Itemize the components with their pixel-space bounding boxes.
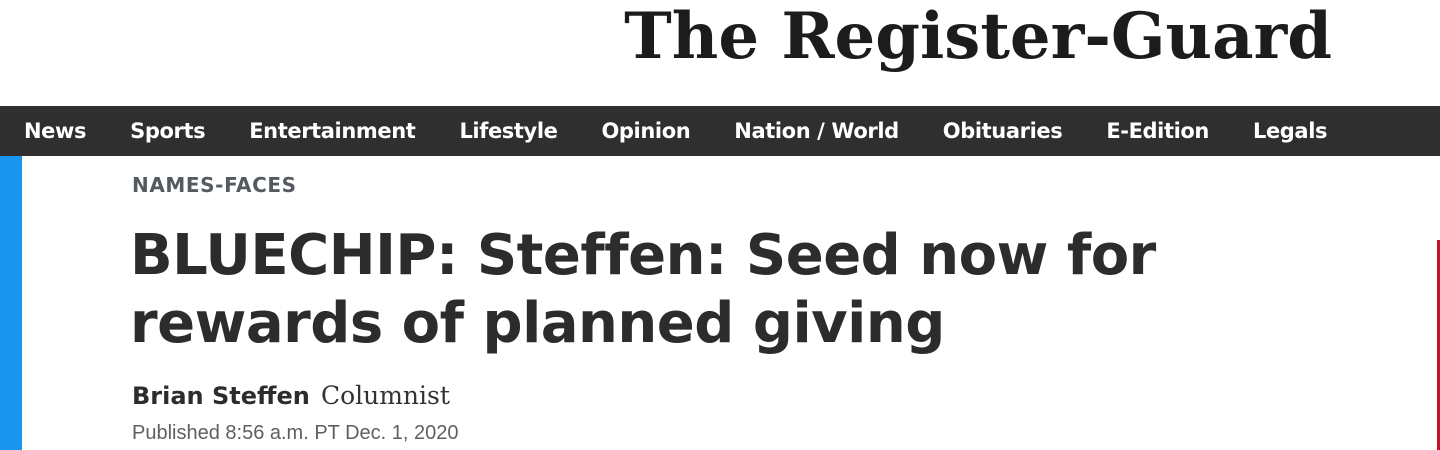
byline: Brian Steffen Columnist — [132, 381, 450, 410]
nav-item-news[interactable]: News — [24, 106, 87, 156]
article-page: The Register-Guard News Sports Entertainme… — [0, 0, 1440, 450]
nav-item-legals[interactable]: Legals — [1253, 106, 1328, 156]
masthead: The Register-Guard — [0, 0, 1440, 106]
section-label[interactable]: NAMES-FACES — [132, 173, 297, 197]
nav-item-nation-world[interactable]: Nation / World — [734, 106, 899, 156]
author-name[interactable]: Brian Steffen — [132, 382, 310, 410]
nav-item-sports[interactable]: Sports — [130, 106, 205, 156]
nav-item-e-edition[interactable]: E-Edition — [1106, 106, 1209, 156]
nav-item-opinion[interactable]: Opinion — [601, 106, 690, 156]
main-nav: News Sports Entertainment Lifestyle Opinion N… — [0, 106, 1440, 156]
nav-item-entertainment[interactable]: Entertainment — [249, 106, 416, 156]
section-accent-bar — [0, 156, 22, 450]
nav-item-lifestyle[interactable]: Lifestyle — [459, 106, 557, 156]
published-timestamp: Published 8:56 a.m. PT Dec. 1, 2020 — [132, 422, 459, 444]
article-headline: BLUECHIP: Steffen: Seed now for rewards … — [130, 223, 1156, 356]
author-role: Columnist — [320, 381, 450, 410]
site-logo[interactable]: The Register-Guard — [624, 2, 1332, 72]
nav-item-obituaries[interactable]: Obituaries — [943, 106, 1063, 156]
